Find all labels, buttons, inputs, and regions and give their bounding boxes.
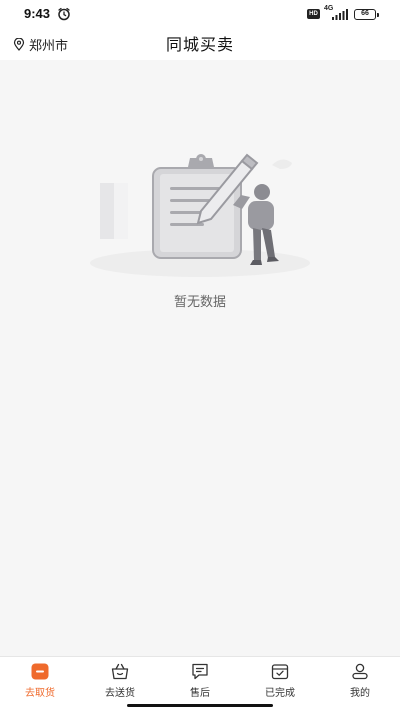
status-time: 9:43: [24, 6, 51, 21]
home-indicator[interactable]: [127, 704, 273, 707]
battery-tip: [377, 13, 379, 17]
signal-icon: [332, 9, 348, 20]
message-icon: [192, 663, 208, 680]
tab-delivery[interactable]: 去送货: [80, 657, 160, 701]
tab-after-sales[interactable]: 售后: [160, 657, 240, 701]
tab-label: 售后: [190, 688, 210, 699]
tab-profile[interactable]: 我的: [320, 657, 400, 701]
battery-icon: 66: [354, 9, 379, 20]
main-content: 暂无数据: [0, 60, 400, 656]
empty-state-illustration: [90, 153, 310, 277]
alarm-icon: [58, 7, 70, 21]
empty-state-message: 暂无数据: [173, 295, 226, 310]
tab-label: 已完成: [265, 688, 295, 699]
tab-pickup[interactable]: 去取货: [0, 657, 80, 701]
tab-label: 去取货: [25, 688, 55, 699]
status-bar: 9:43 HD 4G 66: [0, 0, 400, 28]
completed-check-icon: [271, 664, 289, 680]
header: 郑州市 同城买卖: [0, 28, 400, 60]
hd-badge: HD: [307, 9, 320, 19]
tab-label: 我的: [350, 688, 370, 699]
tab-completed[interactable]: 已完成: [240, 657, 320, 701]
pickup-box-icon: [31, 663, 49, 680]
tab-label: 去送货: [105, 688, 135, 699]
battery-level: 66: [361, 10, 369, 17]
home-indicator-zone: [0, 701, 400, 711]
user-icon: [352, 663, 368, 680]
bottom-tabbar: 去取货 去送货 售后 已完成 我的: [0, 656, 400, 701]
page-title: 同城买卖: [165, 35, 234, 54]
delivery-basket-icon: [111, 663, 129, 680]
